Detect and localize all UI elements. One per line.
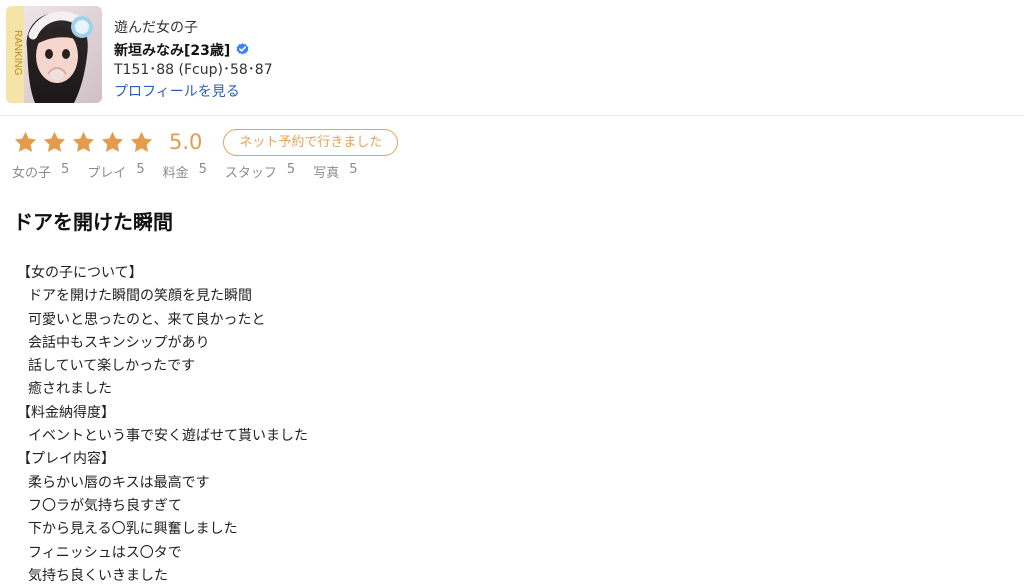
profile-name-row: 新垣みなみ[23歳] [114, 39, 273, 60]
score-value: 5 [349, 162, 358, 177]
booking-method-badge: ネット予約で行きました [223, 128, 399, 156]
star-rating [13, 130, 154, 155]
review-text-line: 気持ち良くいきました [28, 567, 168, 584]
score-play: プレイ 5 [87, 162, 144, 181]
profile-name[interactable]: 新垣みなみ[23歳] [114, 40, 230, 60]
overall-score: 5.0 [169, 130, 203, 154]
rating-row: 5.0 ネット予約で行きました [13, 125, 399, 159]
profile-card: RANKING 遊んだ女の子 新垣みなみ[23歳] T151･88 (Fcup)… [0, 0, 1024, 116]
score-label: プレイ [87, 166, 127, 181]
review-section-heading: 【料金納得度】 [17, 404, 115, 421]
review-text-line: ドアを開けた瞬間の笑顔を見た瞬間 [28, 288, 252, 305]
score-label: スタッフ [224, 166, 277, 181]
review-text-line: 会話中もスキンシップがあり [28, 334, 210, 351]
star-icon [14, 131, 37, 152]
review-text-line: イベントという事で安く遊ばせて貰いました [28, 428, 308, 445]
review-text-line: フ〇ラが気持ち良すぎて [28, 497, 182, 514]
star-icon [72, 131, 95, 152]
score-price: 料金 5 [163, 162, 207, 181]
review-section-heading: 【女の子について】 [17, 265, 143, 281]
score-label: 女の子 [12, 166, 52, 181]
review-body: 【女の子について】 ドアを開けた瞬間の笑顔を見た瞬間 可愛いと思ったのと、来て良… [17, 262, 308, 588]
score-label: 写真 [313, 166, 340, 181]
profile-photo[interactable]: RANKING [6, 6, 102, 103]
score-staff: スタッフ 5 [225, 162, 295, 181]
score-value: 5 [286, 162, 296, 177]
category-scores: 女の子 5 プレイ 5 料金 5 スタッフ 5 写真 5 [12, 162, 357, 181]
profile-heading: 遊んだ女の子 [114, 20, 198, 36]
star-icon [43, 131, 66, 152]
score-value: 5 [61, 162, 70, 177]
score-label: 料金 [162, 166, 189, 181]
verified-check-icon [236, 43, 249, 55]
review-text-line: 下から見える〇乳に興奮しました [28, 521, 238, 538]
review-title: ドアを開けた瞬間 [13, 210, 173, 234]
score-value: 5 [136, 162, 145, 177]
profile-stats: T151･88 (Fcup)･58･87 [114, 62, 273, 78]
star-icon [130, 131, 153, 152]
review-text-line: フィニッシュはス〇タで [28, 544, 182, 561]
star-icon [101, 131, 124, 152]
review-text-line: 話していて楽しかったです [28, 358, 196, 375]
svg-text:RANKING: RANKING [12, 30, 23, 76]
score-value: 5 [198, 162, 207, 177]
review-text-line: 柔らかい唇のキスは最高です [28, 474, 210, 491]
score-girl: 女の子 5 [12, 162, 69, 181]
review-text-line: 可愛いと思ったのと、来て良かったと [28, 311, 266, 328]
view-profile-link[interactable]: プロフィールを見る [114, 83, 240, 102]
score-photo: 写真 5 [313, 162, 357, 181]
review-section-heading: 【プレイ内容】 [17, 451, 115, 468]
review-text-line: 癒されました [28, 381, 112, 398]
